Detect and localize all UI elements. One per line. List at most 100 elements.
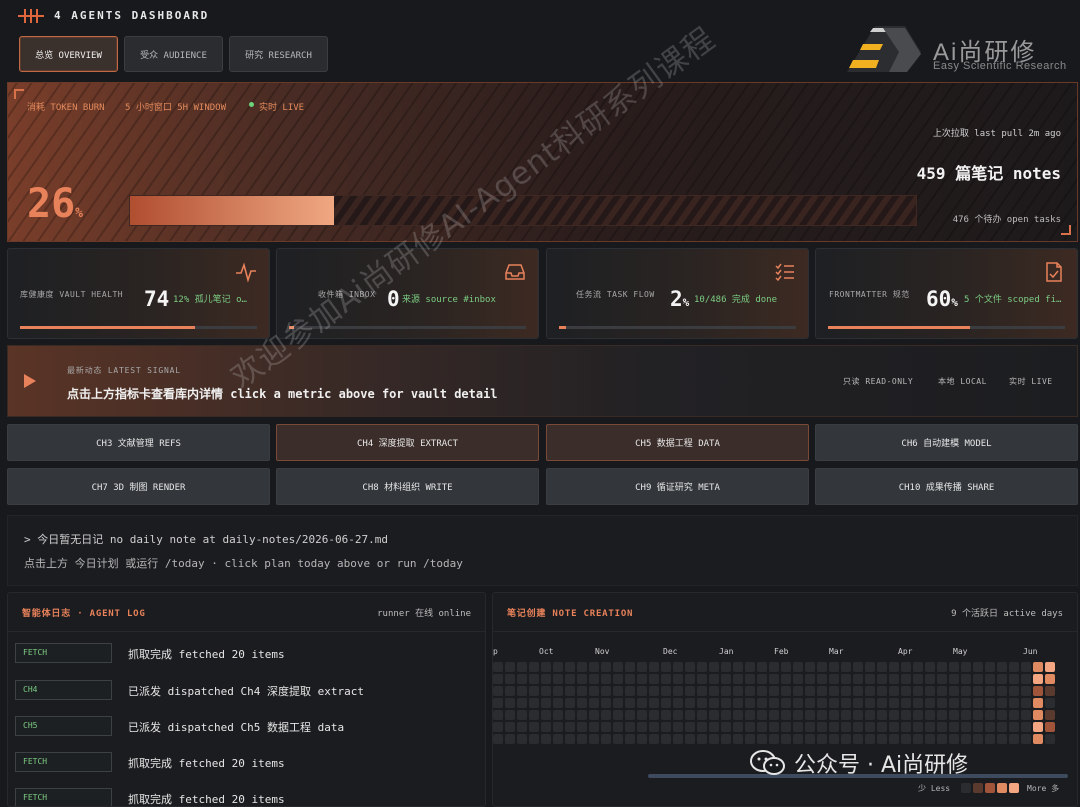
heatmap-cell[interactable] [793,698,803,708]
heatmap-cell[interactable] [889,710,899,720]
heatmap-cell[interactable] [841,674,851,684]
chapter-button-ch4[interactable]: CH4 深度提取 EXTRACT [276,424,539,461]
heatmap-cell[interactable] [805,722,815,732]
heatmap-cell[interactable] [793,674,803,684]
heatmap-cell[interactable] [577,662,587,672]
heatmap-cell[interactable] [733,734,743,744]
heatmap-cell[interactable] [949,686,959,696]
heatmap-cell[interactable] [661,686,671,696]
heatmap-cell[interactable] [745,674,755,684]
heatmap-cell[interactable] [913,710,923,720]
heatmap-cell[interactable] [577,734,587,744]
heatmap-cell[interactable] [613,710,623,720]
heatmap-cell[interactable] [625,698,635,708]
heatmap-cell[interactable] [961,662,971,672]
heatmap-cell[interactable] [937,686,947,696]
heatmap-cell[interactable] [697,662,707,672]
heatmap-cell[interactable] [589,674,599,684]
heatmap-cell[interactable] [661,698,671,708]
heatmap-cell[interactable] [841,662,851,672]
metric-card-inbox[interactable]: 收件箱 INBOX 0 来源 source #inbox [276,248,539,339]
heatmap-cell[interactable] [973,698,983,708]
heatmap-cell[interactable] [853,722,863,732]
heatmap-cell[interactable] [985,734,995,744]
heatmap-cell[interactable] [877,710,887,720]
heatmap-cell[interactable] [625,722,635,732]
heatmap-cell[interactable] [565,722,575,732]
heatmap-cell[interactable] [973,674,983,684]
heatmap-cell[interactable] [781,722,791,732]
heatmap-cell[interactable] [829,698,839,708]
heatmap-cell[interactable] [1021,734,1031,744]
heatmap-cell[interactable] [1045,710,1055,720]
heatmap-cell[interactable] [553,698,563,708]
heatmap-cell[interactable] [757,734,767,744]
heatmap-cell[interactable] [937,662,947,672]
heatmap-cell[interactable] [985,674,995,684]
heatmap-cell[interactable] [769,674,779,684]
heatmap-cell[interactable] [685,662,695,672]
heatmap-cell[interactable] [865,710,875,720]
heatmap-cell[interactable] [517,722,527,732]
heatmap-cell[interactable] [805,698,815,708]
heatmap-cell[interactable] [829,674,839,684]
heatmap-cell[interactable] [769,698,779,708]
chapter-button-ch9[interactable]: CH9 循证研究 META [546,468,809,505]
heatmap-cell[interactable] [577,710,587,720]
heatmap-cell[interactable] [637,722,647,732]
heatmap-cell[interactable] [793,686,803,696]
heatmap-cell[interactable] [613,722,623,732]
heatmap-cell[interactable] [733,722,743,732]
heatmap-cell[interactable] [601,674,611,684]
heatmap-cell[interactable] [493,674,503,684]
heatmap-cell[interactable] [805,734,815,744]
heatmap-cell[interactable] [577,698,587,708]
heatmap-cell[interactable] [697,686,707,696]
heatmap-cell[interactable] [865,662,875,672]
heatmap-cell[interactable] [877,686,887,696]
metric-card-frontmatter[interactable]: FRONTMATTER 规范 60% 5 个文件 scoped fi… [815,248,1078,339]
heatmap-cell[interactable] [877,662,887,672]
heatmap-cell[interactable] [493,698,503,708]
heatmap-cell[interactable] [973,734,983,744]
heatmap-cell[interactable] [553,662,563,672]
heatmap-cell[interactable] [745,722,755,732]
heatmap-cell[interactable] [637,686,647,696]
heatmap-cell[interactable] [889,698,899,708]
heatmap-cell[interactable] [817,722,827,732]
heatmap-cell[interactable] [829,734,839,744]
heatmap-cell[interactable] [757,722,767,732]
heatmap-cell[interactable] [697,674,707,684]
heatmap-cell[interactable] [745,734,755,744]
heatmap-cell[interactable] [517,710,527,720]
heatmap-cell[interactable] [733,710,743,720]
heatmap-cell[interactable] [925,686,935,696]
heatmap-cell[interactable] [697,698,707,708]
heatmap-cell[interactable] [1021,662,1031,672]
heatmap-cell[interactable] [553,710,563,720]
heatmap-cell[interactable] [913,722,923,732]
heatmap-cell[interactable] [1033,722,1043,732]
heatmap-cell[interactable] [565,674,575,684]
daily-note-hint[interactable]: 点击上方 今日计划 或运行 /today · click plan today … [24,555,463,571]
heatmap-cell[interactable] [577,686,587,696]
heatmap-cell[interactable] [817,686,827,696]
metric-card-vault-health[interactable]: 库健康度 VAULT HEALTH 74 12% 孤儿笔记 o… [7,248,270,339]
heatmap-cell[interactable] [757,674,767,684]
heatmap-cell[interactable] [973,686,983,696]
heatmap-cell[interactable] [793,662,803,672]
heatmap-cell[interactable] [697,722,707,732]
heatmap-cell[interactable] [937,674,947,684]
heatmap-cell[interactable] [913,686,923,696]
heatmap-cell[interactable] [745,686,755,696]
heatmap-cell[interactable] [781,698,791,708]
heatmap-cell[interactable] [1045,674,1055,684]
heatmap-cell[interactable] [973,722,983,732]
heatmap-cell[interactable] [625,710,635,720]
heatmap-cell[interactable] [913,662,923,672]
heatmap-cell[interactable] [1009,734,1019,744]
heatmap-cell[interactable] [925,722,935,732]
heatmap-cell[interactable] [673,674,683,684]
heatmap-cell[interactable] [937,698,947,708]
heatmap-cell[interactable] [601,710,611,720]
